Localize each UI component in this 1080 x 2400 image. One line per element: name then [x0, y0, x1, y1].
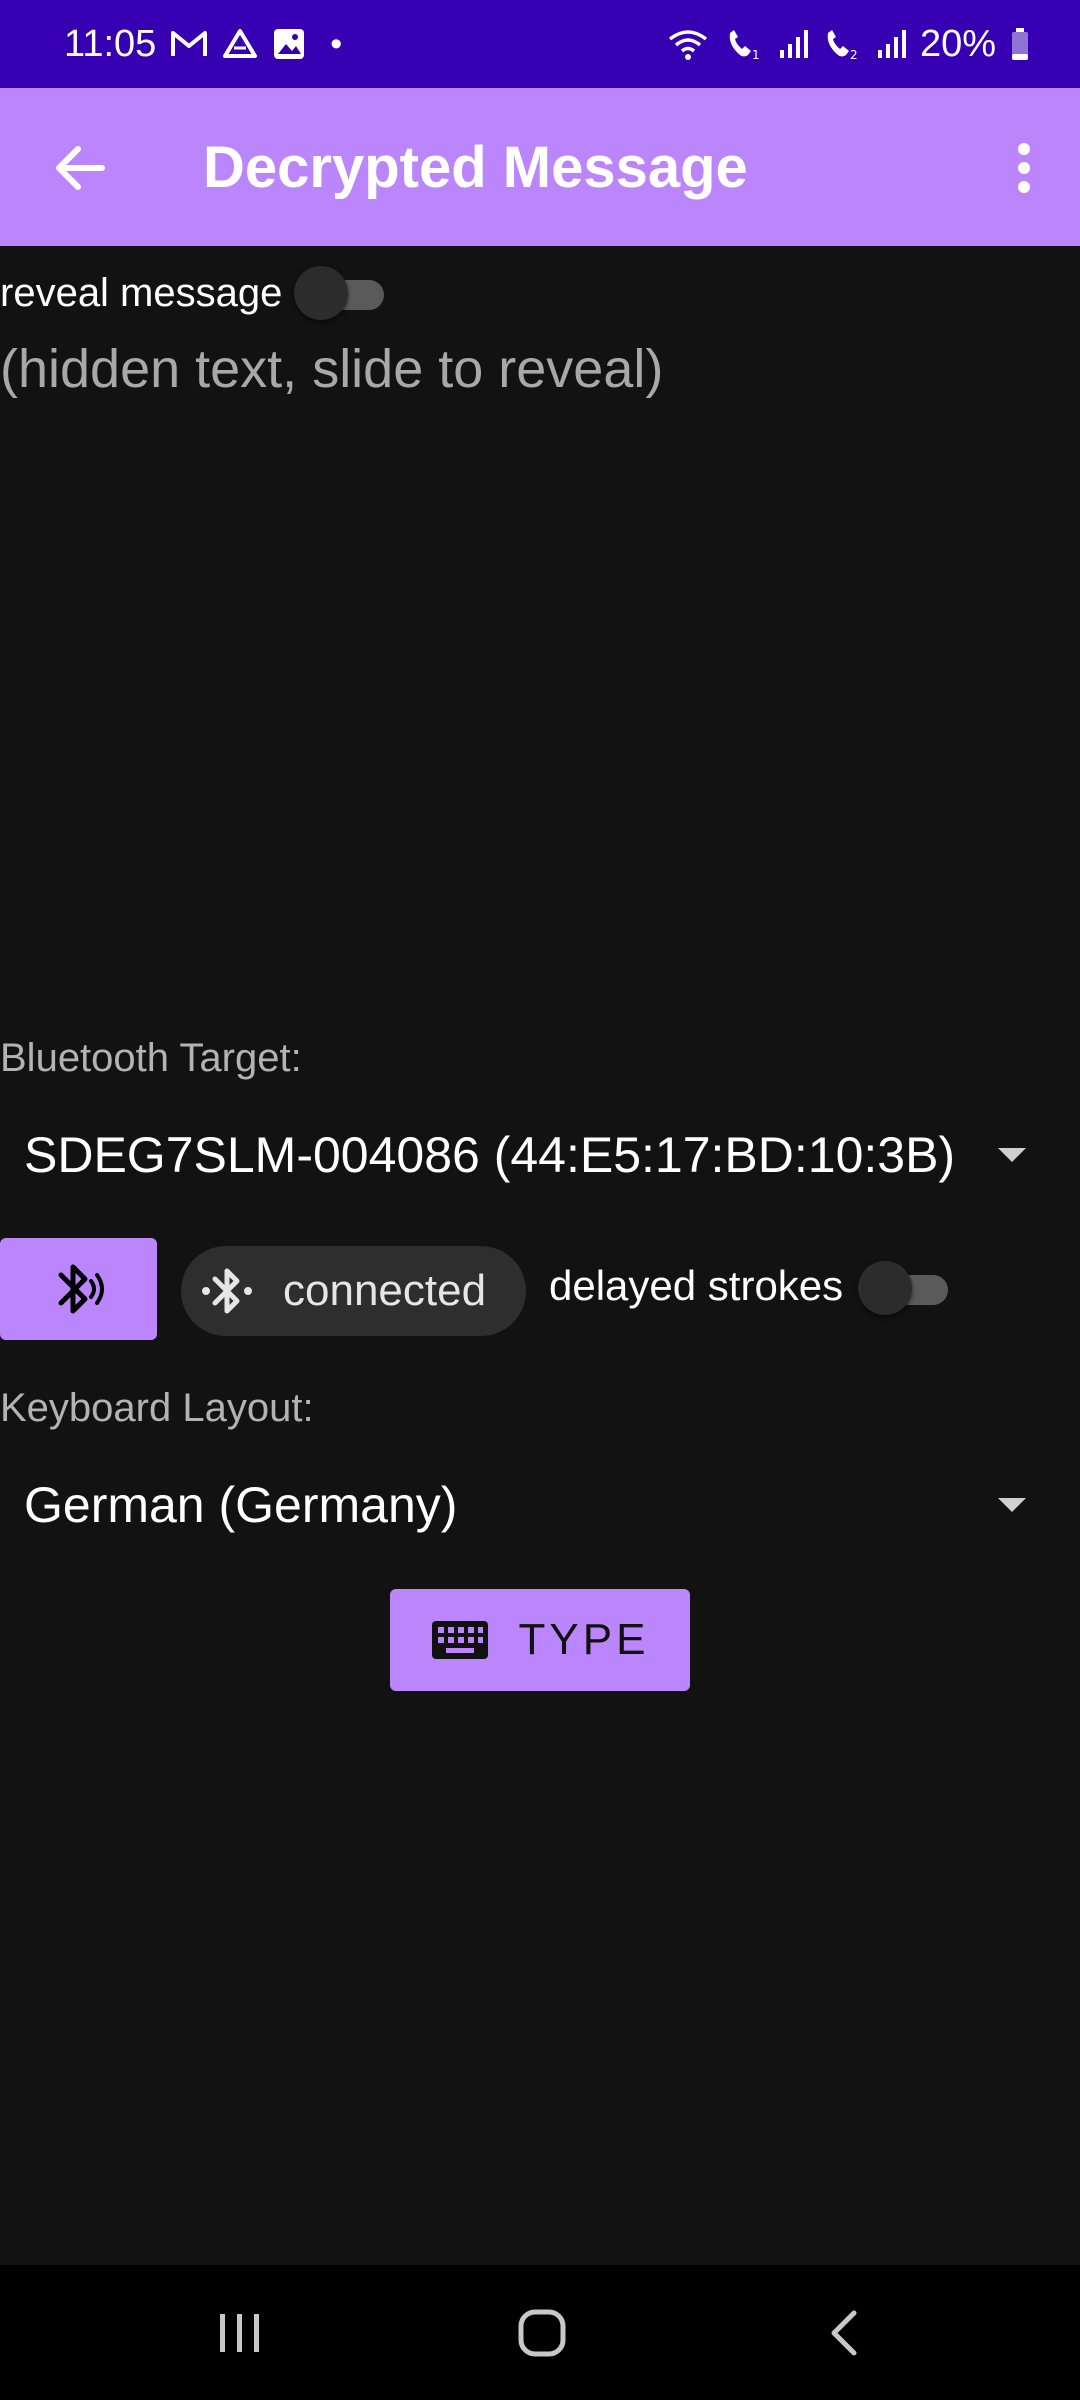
- call-sim1-icon: 1: [724, 27, 764, 61]
- call-sim2-icon: 2: [822, 27, 862, 61]
- status-left: 11:05 •: [64, 23, 342, 66]
- type-button-label: TYPE: [518, 1615, 650, 1664]
- recents-button[interactable]: [180, 2285, 300, 2381]
- bluetooth-target-label: Bluetooth Target:: [0, 1036, 302, 1080]
- dropdown-arrow-icon: [998, 1148, 1026, 1162]
- gallery-icon: [272, 27, 306, 61]
- wifi-icon: [666, 27, 710, 61]
- connection-status-label: connected: [283, 1266, 487, 1315]
- status-time: 11:05: [64, 22, 157, 65]
- keyboard-icon: [431, 1621, 488, 1659]
- bluetooth-target-value: SDEG7SLM-004086 (44:E5:17:BD:10:3B): [24, 1127, 956, 1183]
- status-bar: 11:05 • 1 2 20%: [0, 0, 1080, 88]
- page-title: Decrypted Message: [203, 134, 748, 200]
- switch-thumb: [858, 1261, 912, 1315]
- reveal-message-label: reveal message: [0, 270, 283, 315]
- bluetooth-searching-icon: [58, 1264, 104, 1314]
- arrow-back-icon: [56, 146, 105, 190]
- keyboard-layout-value: German (Germany): [24, 1477, 458, 1533]
- battery-percent: 20%: [919, 22, 996, 65]
- gmail-icon: [170, 29, 208, 59]
- nav-back-button[interactable]: [784, 2285, 904, 2381]
- battery-icon: [1010, 27, 1030, 61]
- drive-icon: [222, 28, 258, 60]
- keyboard-layout-dropdown[interactable]: German (Germany): [0, 1460, 1080, 1550]
- nav-back-icon: [831, 2310, 857, 2356]
- switch-thumb: [294, 266, 349, 320]
- screen: 11:05 • 1 2 20% Decrypted Message reveal…: [0, 0, 1080, 2400]
- reveal-message-switch[interactable]: [294, 263, 386, 323]
- bluetooth-target-dropdown[interactable]: SDEG7SLM-004086 (44:E5:17:BD:10:3B): [0, 1110, 1080, 1200]
- delayed-strokes-label: delayed strokes: [549, 1262, 844, 1309]
- connection-status-chip: connected: [181, 1246, 526, 1336]
- app-bar: Decrypted Message: [0, 88, 1080, 246]
- home-button[interactable]: [482, 2285, 602, 2381]
- navigation-bar: [0, 2265, 1080, 2400]
- svg-text:1: 1: [752, 48, 760, 61]
- more-vert-icon: [1018, 143, 1030, 193]
- dropdown-arrow-icon: [998, 1498, 1026, 1512]
- recents-icon: [220, 2314, 259, 2352]
- hidden-message-text: (hidden text, slide to reveal): [0, 339, 664, 399]
- bluetooth-connect-button[interactable]: [0, 1238, 157, 1340]
- keyboard-layout-label: Keyboard Layout:: [0, 1386, 314, 1430]
- signal-icon: [876, 28, 906, 60]
- delayed-strokes-switch[interactable]: [858, 1258, 950, 1318]
- bluetooth-icon: [202, 1268, 252, 1314]
- signal-icon: [778, 28, 808, 60]
- status-dot: •: [330, 24, 343, 63]
- type-button[interactable]: TYPE: [390, 1589, 690, 1691]
- reveal-row: reveal message: [0, 258, 386, 328]
- svg-text:2: 2: [850, 48, 858, 61]
- status-right: 1 2 20%: [666, 23, 1030, 66]
- back-button[interactable]: [40, 128, 120, 208]
- overflow-menu-button[interactable]: [994, 128, 1054, 208]
- home-icon: [518, 2309, 566, 2357]
